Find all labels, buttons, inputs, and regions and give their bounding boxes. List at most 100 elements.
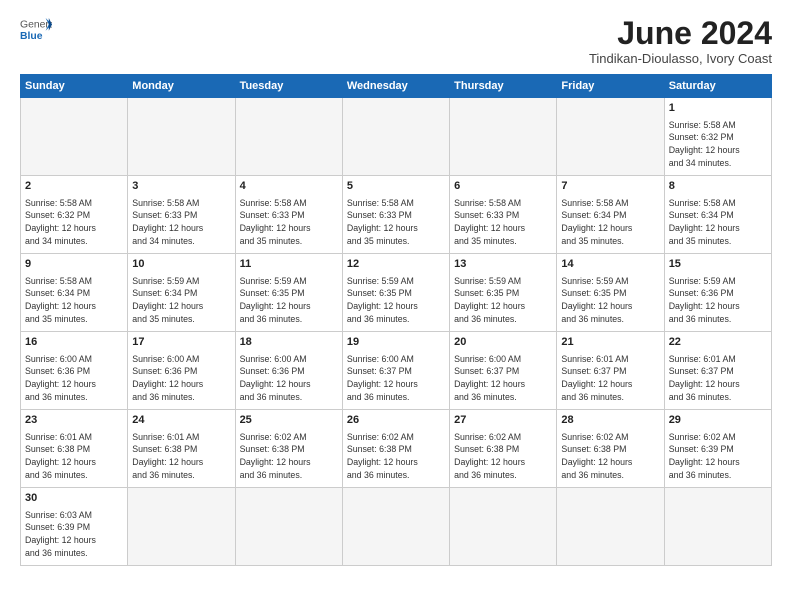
day-info: Sunrise: 5:59 AM Sunset: 6:36 PM Dayligh… [669, 275, 767, 326]
day-number: 6 [454, 179, 552, 194]
calendar-header-row: SundayMondayTuesdayWednesdayThursdayFrid… [21, 75, 772, 98]
day-info: Sunrise: 5:58 AM Sunset: 6:33 PM Dayligh… [240, 197, 338, 248]
calendar-day-cell: 26 Sunrise: 6:02 AM Sunset: 6:38 PM Dayli… [342, 410, 449, 488]
logo: General Blue [20, 16, 52, 44]
calendar-day-cell: 21 Sunrise: 6:01 AM Sunset: 6:37 PM Dayli… [557, 332, 664, 410]
calendar-day-cell: 18 Sunrise: 6:00 AM Sunset: 6:36 PM Dayli… [235, 332, 342, 410]
header: General Blue June 2024 Tindikan-Dioulass… [20, 16, 772, 66]
day-info: Sunrise: 6:00 AM Sunset: 6:37 PM Dayligh… [454, 353, 552, 404]
day-info: Sunrise: 6:01 AM Sunset: 6:37 PM Dayligh… [669, 353, 767, 404]
day-info: Sunrise: 6:00 AM Sunset: 6:36 PM Dayligh… [25, 353, 123, 404]
day-info: Sunrise: 5:58 AM Sunset: 6:32 PM Dayligh… [25, 197, 123, 248]
day-number: 18 [240, 335, 338, 350]
calendar-day-cell: 15 Sunrise: 5:59 AM Sunset: 6:36 PM Dayli… [664, 254, 771, 332]
calendar-week-row: 23 Sunrise: 6:01 AM Sunset: 6:38 PM Dayli… [21, 410, 772, 488]
day-info: Sunrise: 5:58 AM Sunset: 6:33 PM Dayligh… [347, 197, 445, 248]
day-info: Sunrise: 6:01 AM Sunset: 6:37 PM Dayligh… [561, 353, 659, 404]
calendar-week-row: 2 Sunrise: 5:58 AM Sunset: 6:32 PM Daylig… [21, 176, 772, 254]
calendar-day-cell: 20Sunrise: 6:00 AM Sunset: 6:37 PM Dayli… [450, 332, 557, 410]
calendar-day-cell: 27 Sunrise: 6:02 AM Sunset: 6:38 PM Dayli… [450, 410, 557, 488]
calendar-day-cell: 4 Sunrise: 5:58 AM Sunset: 6:33 PM Daylig… [235, 176, 342, 254]
day-info: Sunrise: 6:02 AM Sunset: 6:38 PM Dayligh… [347, 431, 445, 482]
generalblue-logo-icon: General Blue [20, 16, 52, 44]
calendar-day-cell: 5 Sunrise: 5:58 AM Sunset: 6:33 PM Daylig… [342, 176, 449, 254]
calendar-subtitle: Tindikan-Dioulasso, Ivory Coast [589, 51, 772, 66]
calendar-day-cell [235, 98, 342, 176]
day-number: 7 [561, 179, 659, 194]
day-info: Sunrise: 5:58 AM Sunset: 6:33 PM Dayligh… [132, 197, 230, 248]
calendar-day-cell: 28 Sunrise: 6:02 AM Sunset: 6:38 PM Dayli… [557, 410, 664, 488]
calendar-day-cell: 2 Sunrise: 5:58 AM Sunset: 6:32 PM Daylig… [21, 176, 128, 254]
calendar-day-cell: 22Sunrise: 6:01 AM Sunset: 6:37 PM Dayli… [664, 332, 771, 410]
calendar-day-cell: 19 Sunrise: 6:00 AM Sunset: 6:37 PM Dayli… [342, 332, 449, 410]
day-info: Sunrise: 6:00 AM Sunset: 6:37 PM Dayligh… [347, 353, 445, 404]
day-info: Sunrise: 5:58 AM Sunset: 6:34 PM Dayligh… [25, 275, 123, 326]
day-info: Sunrise: 6:01 AM Sunset: 6:38 PM Dayligh… [132, 431, 230, 482]
calendar-day-cell [235, 488, 342, 566]
day-of-week-header: Sunday [21, 75, 128, 98]
day-number: 24 [132, 413, 230, 428]
day-of-week-header: Saturday [664, 75, 771, 98]
day-info: Sunrise: 6:02 AM Sunset: 6:38 PM Dayligh… [454, 431, 552, 482]
calendar-day-cell: 7 Sunrise: 5:58 AM Sunset: 6:34 PM Daylig… [557, 176, 664, 254]
day-info: Sunrise: 6:02 AM Sunset: 6:38 PM Dayligh… [240, 431, 338, 482]
calendar-day-cell: 12Sunrise: 5:59 AM Sunset: 6:35 PM Dayli… [342, 254, 449, 332]
day-number: 16 [25, 335, 123, 350]
day-of-week-header: Friday [557, 75, 664, 98]
day-number: 27 [454, 413, 552, 428]
day-number: 10 [132, 257, 230, 272]
day-number: 2 [25, 179, 123, 194]
day-info: Sunrise: 6:03 AM Sunset: 6:39 PM Dayligh… [25, 509, 123, 560]
day-number: 14 [561, 257, 659, 272]
day-info: Sunrise: 5:59 AM Sunset: 6:35 PM Dayligh… [347, 275, 445, 326]
day-info: Sunrise: 5:58 AM Sunset: 6:34 PM Dayligh… [669, 197, 767, 248]
day-number: 8 [669, 179, 767, 194]
day-info: Sunrise: 6:00 AM Sunset: 6:36 PM Dayligh… [132, 353, 230, 404]
day-number: 28 [561, 413, 659, 428]
day-info: Sunrise: 5:59 AM Sunset: 6:35 PM Dayligh… [240, 275, 338, 326]
calendar-day-cell: 13Sunrise: 5:59 AM Sunset: 6:35 PM Dayli… [450, 254, 557, 332]
day-number: 5 [347, 179, 445, 194]
calendar-day-cell [342, 488, 449, 566]
day-of-week-header: Monday [128, 75, 235, 98]
day-number: 21 [561, 335, 659, 350]
day-of-week-header: Wednesday [342, 75, 449, 98]
calendar-day-cell [450, 98, 557, 176]
day-info: Sunrise: 5:58 AM Sunset: 6:33 PM Dayligh… [454, 197, 552, 248]
day-number: 26 [347, 413, 445, 428]
calendar-week-row: 16 Sunrise: 6:00 AM Sunset: 6:36 PM Dayli… [21, 332, 772, 410]
day-info: Sunrise: 6:02 AM Sunset: 6:38 PM Dayligh… [561, 431, 659, 482]
calendar-day-cell: 10 Sunrise: 5:59 AM Sunset: 6:34 PM Dayli… [128, 254, 235, 332]
calendar-week-row: 1Sunrise: 5:58 AM Sunset: 6:32 PM Daylig… [21, 98, 772, 176]
calendar-day-cell: 1Sunrise: 5:58 AM Sunset: 6:32 PM Daylig… [664, 98, 771, 176]
calendar-day-cell: 8 Sunrise: 5:58 AM Sunset: 6:34 PM Daylig… [664, 176, 771, 254]
calendar-day-cell: 3Sunrise: 5:58 AM Sunset: 6:33 PM Daylig… [128, 176, 235, 254]
calendar-day-cell: 11 Sunrise: 5:59 AM Sunset: 6:35 PM Dayli… [235, 254, 342, 332]
calendar-day-cell: 16 Sunrise: 6:00 AM Sunset: 6:36 PM Dayli… [21, 332, 128, 410]
calendar-day-cell [450, 488, 557, 566]
day-number: 19 [347, 335, 445, 350]
day-number: 11 [240, 257, 338, 272]
calendar-day-cell: 30Sunrise: 6:03 AM Sunset: 6:39 PM Dayli… [21, 488, 128, 566]
calendar-week-row: 9Sunrise: 5:58 AM Sunset: 6:34 PM Daylig… [21, 254, 772, 332]
day-of-week-header: Thursday [450, 75, 557, 98]
calendar-day-cell [21, 98, 128, 176]
day-number: 4 [240, 179, 338, 194]
page: General Blue June 2024 Tindikan-Dioulass… [0, 0, 792, 612]
calendar-table: SundayMondayTuesdayWednesdayThursdayFrid… [20, 74, 772, 566]
day-info: Sunrise: 5:58 AM Sunset: 6:34 PM Dayligh… [561, 197, 659, 248]
calendar-title: June 2024 [589, 16, 772, 51]
day-number: 15 [669, 257, 767, 272]
day-info: Sunrise: 5:59 AM Sunset: 6:35 PM Dayligh… [454, 275, 552, 326]
day-info: Sunrise: 6:00 AM Sunset: 6:36 PM Dayligh… [240, 353, 338, 404]
day-number: 29 [669, 413, 767, 428]
calendar-day-cell [557, 488, 664, 566]
day-of-week-header: Tuesday [235, 75, 342, 98]
day-number: 23 [25, 413, 123, 428]
svg-text:Blue: Blue [20, 31, 43, 42]
calendar-day-cell: 6 Sunrise: 5:58 AM Sunset: 6:33 PM Daylig… [450, 176, 557, 254]
calendar-day-cell [128, 98, 235, 176]
calendar-day-cell: 17Sunrise: 6:00 AM Sunset: 6:36 PM Dayli… [128, 332, 235, 410]
day-info: Sunrise: 5:59 AM Sunset: 6:34 PM Dayligh… [132, 275, 230, 326]
day-info: Sunrise: 5:58 AM Sunset: 6:32 PM Dayligh… [669, 119, 767, 170]
